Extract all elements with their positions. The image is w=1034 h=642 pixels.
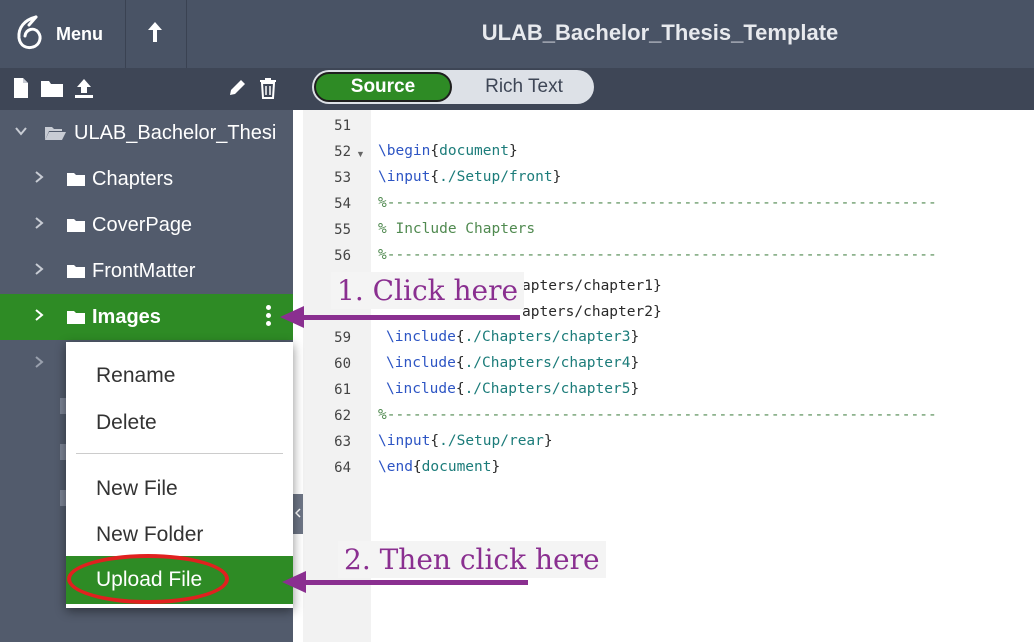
- annotation-arrow-2: [300, 580, 528, 585]
- annotation-step-1: 1. Click here: [331, 272, 525, 309]
- folder-open-icon: [45, 127, 66, 140]
- folder-icon: [67, 219, 85, 232]
- line-number: 63: [334, 434, 351, 450]
- delete-trash-icon[interactable]: [258, 77, 278, 99]
- annotation-step-2: 2. Then click here: [338, 541, 606, 578]
- folder-icon: [67, 173, 85, 186]
- chevron-down-icon: [15, 127, 27, 136]
- arrow-head-icon: [282, 571, 306, 593]
- arrow-head-icon: [280, 306, 304, 328]
- chevron-left-icon: [295, 508, 301, 518]
- latex-command: \include: [386, 355, 456, 371]
- file-tree-toolbar: [0, 68, 293, 110]
- folder-icon: [67, 265, 85, 278]
- context-menu-new-file[interactable]: New File: [66, 477, 293, 509]
- context-menu-rename[interactable]: Rename: [66, 364, 293, 396]
- menu-item-label: New File: [96, 477, 178, 500]
- menu-item-label: New Folder: [96, 523, 204, 546]
- chevron-right-icon: [35, 309, 44, 321]
- code-line-56: %---------------------------------------…: [378, 247, 937, 263]
- code-line-60: \include{./Chapters/chapter4}: [386, 355, 640, 371]
- menu-divider: [76, 453, 283, 454]
- code-line-53: \input{./Setup/front}: [378, 169, 562, 185]
- tree-item-label: CoverPage: [92, 214, 193, 236]
- line-number: 53: [334, 170, 351, 186]
- tree-item-chapters[interactable]: Chapters: [0, 156, 293, 202]
- line-number: 56: [334, 248, 351, 264]
- line-number: 52: [334, 144, 351, 160]
- latex-command: \input: [378, 433, 431, 449]
- panel-collapse-handle[interactable]: [293, 494, 303, 534]
- line-number: 62: [334, 408, 351, 424]
- code-line-61: \include{./Chapters/chapter5}: [386, 381, 640, 397]
- code-line-57: apters/chapter1}: [522, 278, 662, 294]
- rename-pencil-icon[interactable]: [226, 77, 248, 99]
- latex-command: \end: [378, 459, 413, 475]
- latex-argument: document: [439, 143, 509, 159]
- rich-text-mode-button[interactable]: Rich Text: [454, 70, 594, 104]
- editor-mode-toggle: Source Rich Text: [312, 70, 594, 104]
- latex-argument: document: [421, 459, 492, 475]
- line-number: 55: [334, 222, 351, 238]
- menu-item-label: Delete: [96, 411, 157, 434]
- line-number: 60: [334, 356, 351, 372]
- menu-button[interactable]: Menu: [0, 0, 126, 68]
- menu-label: Menu: [56, 24, 103, 44]
- root-folder-label: ULAB_Bachelor_Thesi: [74, 122, 277, 144]
- top-bar: Menu ULAB_Bachelor_Thesis_Template: [0, 0, 1034, 68]
- latex-command: \begin: [378, 143, 431, 159]
- project-title: ULAB_Bachelor_Thesis_Template: [481, 20, 839, 45]
- latex-argument: ./Chapters/chapter5: [464, 381, 631, 397]
- arrow-up-icon: [148, 22, 162, 42]
- chevron-right-icon: [35, 217, 44, 229]
- code-line-64: \end{document}: [378, 459, 501, 475]
- overleaf-logo-icon: [17, 15, 42, 50]
- fold-toggle-icon[interactable]: ▼: [356, 149, 365, 159]
- upload-icon[interactable]: [72, 77, 96, 99]
- kebab-menu-icon[interactable]: [264, 305, 272, 329]
- code-line-58: apters/chapter2}: [522, 304, 662, 320]
- tree-item-label: FrontMatter: [92, 260, 196, 282]
- chevron-right-icon: [35, 171, 44, 183]
- tree-item-label: Images: [92, 306, 161, 328]
- back-to-projects-button[interactable]: [126, 0, 187, 68]
- file-tree-root[interactable]: ULAB_Bachelor_Thesi: [0, 110, 293, 156]
- latex-command: \include: [386, 381, 456, 397]
- latex-command: \input: [378, 169, 431, 185]
- code-line-54: %---------------------------------------…: [378, 195, 937, 211]
- line-number: 64: [334, 460, 351, 476]
- folder-icon: [67, 311, 85, 324]
- tree-item-label: Chapters: [92, 168, 174, 190]
- menu-item-label: Rename: [96, 364, 176, 387]
- code-line-63: \input{./Setup/rear}: [378, 433, 553, 449]
- latex-argument: ./Chapters/chapter3: [464, 329, 631, 345]
- latex-argument: ./Chapters/chapter4: [464, 355, 631, 371]
- annotation-arrow-1: [298, 315, 520, 320]
- latex-argument: ./Setup/rear: [439, 433, 544, 449]
- code-line-55: % Include Chapters: [378, 221, 536, 237]
- highlight-circle: [67, 554, 229, 604]
- code-line-59: \include{./Chapters/chapter3}: [386, 329, 640, 345]
- line-number: 61: [334, 382, 351, 398]
- line-number: 54: [334, 196, 351, 212]
- context-menu-delete[interactable]: Delete: [66, 411, 293, 443]
- code-line-52: \begin{document}: [378, 143, 518, 159]
- new-file-icon[interactable]: [12, 77, 30, 99]
- chevron-right-icon: [35, 263, 44, 275]
- latex-argument: ./Setup/front: [439, 169, 553, 185]
- tree-item-images[interactable]: Images: [0, 294, 293, 340]
- tree-item-coverpage[interactable]: CoverPage: [0, 202, 293, 248]
- line-number: 51: [334, 118, 351, 134]
- line-number: 59: [334, 330, 351, 346]
- latex-command: \include: [386, 329, 456, 345]
- new-folder-icon[interactable]: [40, 77, 64, 99]
- tree-item-frontmatter[interactable]: FrontMatter: [0, 248, 293, 294]
- context-menu-new-folder[interactable]: New Folder: [66, 523, 293, 555]
- source-mode-button[interactable]: Source: [314, 72, 452, 102]
- code-line-62: %---------------------------------------…: [378, 407, 937, 423]
- chevron-right-icon: [35, 356, 44, 368]
